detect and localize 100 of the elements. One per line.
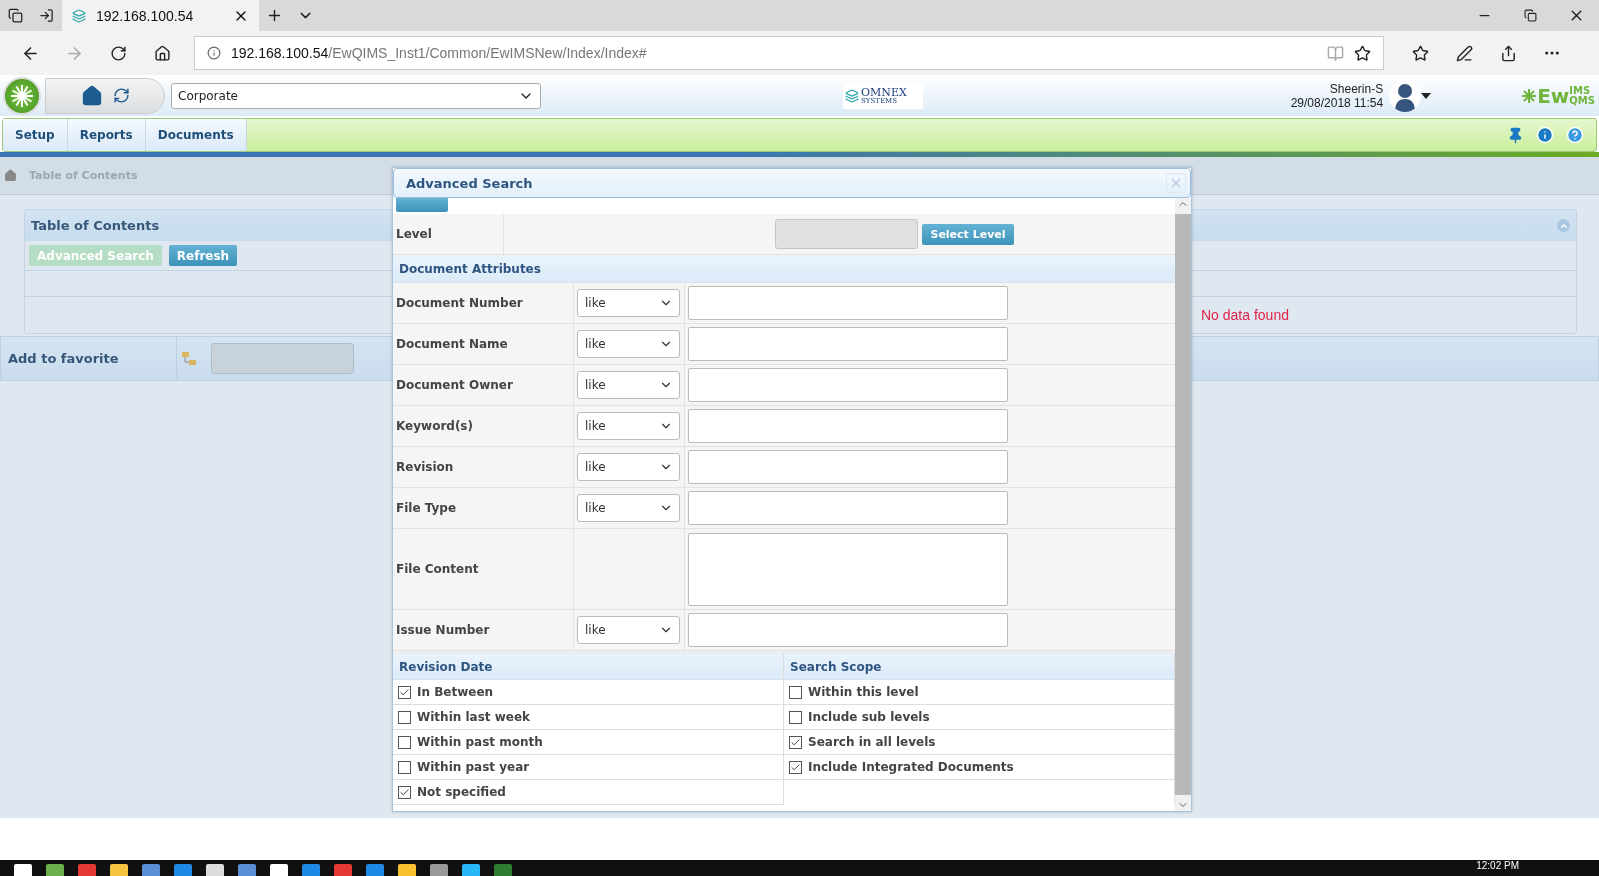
favorites-icon[interactable] bbox=[1411, 44, 1429, 62]
avatar-icon[interactable] bbox=[1389, 79, 1422, 112]
app-icon[interactable] bbox=[334, 864, 352, 876]
app-icon[interactable] bbox=[14, 864, 32, 876]
option-label: Within this level bbox=[808, 685, 919, 699]
checkbox[interactable] bbox=[398, 710, 411, 724]
level-field[interactable] bbox=[775, 219, 919, 249]
option-label: Not specified bbox=[417, 785, 506, 799]
option-label: Search in all levels bbox=[808, 735, 936, 749]
checkbox[interactable] bbox=[398, 785, 411, 799]
button-strip[interactable] bbox=[396, 198, 448, 212]
app-icon[interactable] bbox=[494, 864, 512, 876]
input-field[interactable] bbox=[688, 532, 1008, 606]
favorite-label: Add to favorite bbox=[1, 337, 177, 380]
home-icon[interactable] bbox=[80, 84, 103, 107]
user-name: Sheerin-S bbox=[1329, 81, 1384, 96]
checkbox[interactable] bbox=[789, 760, 802, 774]
checkbox[interactable] bbox=[789, 735, 802, 749]
folder-tree-icon[interactable] bbox=[181, 350, 197, 367]
app-icon[interactable] bbox=[430, 864, 448, 876]
option-label: Within past month bbox=[417, 735, 543, 749]
section-header: Revision Date bbox=[393, 654, 783, 680]
refresh-icon[interactable] bbox=[112, 87, 130, 104]
menu-item[interactable]: Documents bbox=[145, 119, 247, 151]
input-field[interactable] bbox=[688, 286, 1008, 320]
input-field[interactable] bbox=[688, 450, 1008, 484]
home-icon[interactable] bbox=[153, 44, 171, 62]
field-label: File Type bbox=[393, 488, 574, 528]
scrollbar[interactable] bbox=[1175, 198, 1191, 811]
restore-icon[interactable] bbox=[1523, 9, 1537, 22]
pin-icon[interactable] bbox=[1507, 126, 1524, 144]
logo-icon bbox=[3, 76, 41, 115]
organization-select[interactable]: Corporate bbox=[171, 82, 541, 109]
browser-tab[interactable]: 192.168.100.54 bbox=[62, 0, 259, 31]
tabs-icon[interactable] bbox=[8, 8, 23, 23]
section-header: Document Attributes bbox=[393, 255, 1175, 283]
refresh-icon[interactable] bbox=[109, 44, 127, 62]
app-icon[interactable] bbox=[78, 864, 96, 876]
caret-icon[interactable] bbox=[1421, 92, 1432, 99]
checkbox[interactable] bbox=[398, 760, 411, 774]
app-icon[interactable] bbox=[46, 864, 64, 876]
checkbox[interactable] bbox=[789, 685, 802, 699]
field-label: Document Name bbox=[393, 324, 574, 364]
input-field[interactable] bbox=[688, 491, 1008, 525]
menu-item[interactable]: Reports bbox=[67, 119, 146, 151]
panel-title: Table of Contents bbox=[31, 218, 160, 233]
operator-select[interactable]: like bbox=[577, 371, 680, 399]
help-icon[interactable] bbox=[1566, 126, 1584, 144]
operator-select[interactable]: like bbox=[577, 616, 680, 644]
option-label: Include sub levels bbox=[808, 710, 930, 724]
field-label: Issue Number bbox=[393, 610, 574, 650]
field-label: Revision bbox=[393, 447, 574, 487]
section-header: Search Scope bbox=[784, 654, 1174, 680]
checkbox[interactable] bbox=[398, 735, 411, 749]
app-icon[interactable] bbox=[302, 864, 320, 876]
info-icon[interactable] bbox=[207, 46, 221, 60]
share-icon[interactable] bbox=[1499, 44, 1517, 62]
app-icon[interactable] bbox=[398, 864, 416, 876]
favorite-field[interactable] bbox=[211, 343, 354, 374]
option-label: In Between bbox=[417, 685, 494, 699]
operator-select[interactable]: like bbox=[577, 453, 680, 481]
set-aside-icon[interactable] bbox=[39, 8, 54, 23]
new-tab-icon[interactable] bbox=[266, 7, 283, 24]
app-icon[interactable] bbox=[206, 864, 224, 876]
field-label: File Content bbox=[393, 529, 574, 609]
login-time: 29/08/2018 11:54 bbox=[1290, 95, 1384, 110]
option-label: Within past year bbox=[417, 760, 530, 774]
checkbox[interactable] bbox=[398, 685, 411, 699]
input-field[interactable] bbox=[688, 327, 1008, 361]
app-icon[interactable] bbox=[462, 864, 480, 876]
empty-message: No data found bbox=[1201, 307, 1289, 323]
address-field[interactable]: 192.168.100.54/EwQIMS_Inst1/Common/EwIMSNew/Index/Index# bbox=[194, 36, 1384, 70]
dialog-title: Advanced Search bbox=[406, 175, 533, 191]
input-field[interactable] bbox=[688, 368, 1008, 402]
clock: 12:02 PM bbox=[1476, 860, 1519, 872]
operator-select[interactable]: like bbox=[577, 289, 680, 317]
operator-select[interactable]: like bbox=[577, 494, 680, 522]
option-label: Within last week bbox=[417, 710, 531, 724]
collapse-icon[interactable] bbox=[1557, 219, 1570, 232]
input-field[interactable] bbox=[688, 409, 1008, 443]
field-label: Document Owner bbox=[393, 365, 574, 405]
app-icon[interactable] bbox=[110, 864, 128, 876]
app-icon[interactable] bbox=[142, 864, 160, 876]
option-label: Include Integrated Documents bbox=[808, 760, 1014, 774]
pen-icon[interactable] bbox=[1455, 44, 1473, 62]
app-icon[interactable] bbox=[238, 864, 256, 876]
field-label: Document Number bbox=[393, 283, 574, 323]
operator-select[interactable]: like bbox=[577, 330, 680, 358]
operator-select[interactable]: like bbox=[577, 412, 680, 440]
star-icon[interactable] bbox=[1354, 44, 1371, 62]
field-label: Keyword(s) bbox=[393, 406, 574, 446]
menu-item[interactable]: Setup bbox=[3, 119, 68, 151]
app-icon[interactable] bbox=[174, 864, 192, 876]
site-icon bbox=[72, 8, 86, 23]
field-label: Level bbox=[393, 214, 504, 254]
input-field[interactable] bbox=[688, 613, 1008, 647]
checkbox[interactable] bbox=[789, 710, 802, 724]
app-icon[interactable] bbox=[366, 864, 384, 876]
book-icon[interactable] bbox=[1327, 44, 1344, 62]
app-icon[interactable] bbox=[270, 864, 288, 876]
